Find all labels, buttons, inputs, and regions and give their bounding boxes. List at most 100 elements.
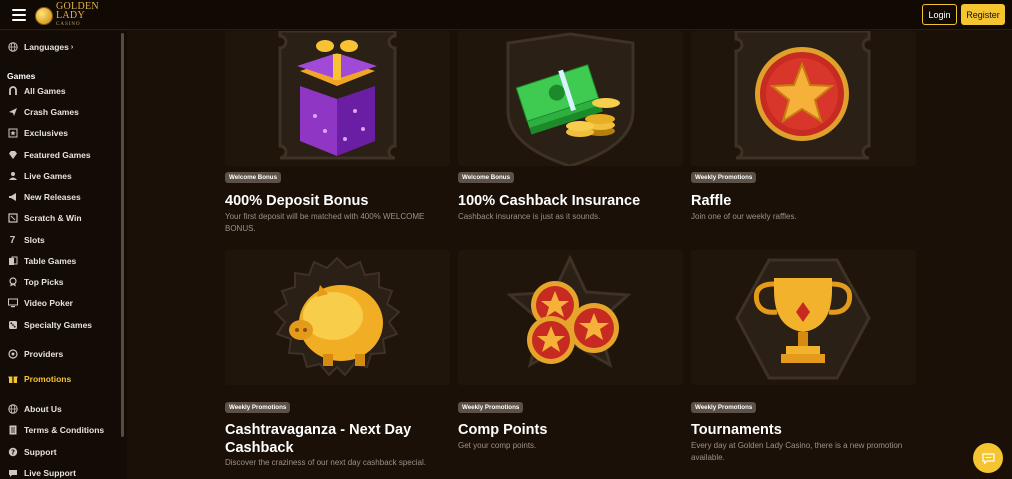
- sidebar-item-label: Live Games: [24, 171, 72, 181]
- sidebar-item-support[interactable]: ? Support: [7, 445, 57, 459]
- sidebar-item-slots[interactable]: 7 Slots: [7, 233, 45, 247]
- sidebar-item-scratch-win[interactable]: Scratch & Win: [7, 211, 82, 225]
- sidebar-item-label: New Releases: [24, 192, 81, 202]
- promo-description: Cashback insurance is just as it sounds.: [458, 212, 601, 221]
- sidebar-item-label: Featured Games: [24, 150, 91, 160]
- promo-image: [458, 31, 683, 168]
- sidebar-item-label: Support: [24, 447, 57, 457]
- promo-description: Join one of our weekly raffles.: [691, 212, 797, 221]
- promo-badge: Welcome Bonus: [458, 172, 515, 183]
- promo-description: Every day at Golden Lady Casino, there i…: [691, 441, 903, 462]
- sidebar-item-label: Slots: [24, 235, 45, 245]
- promo-title[interactable]: Comp Points: [458, 422, 547, 438]
- sidebar-item-label: All Games: [24, 86, 66, 96]
- login-button[interactable]: Login: [922, 4, 957, 25]
- promo-image: [691, 29, 916, 166]
- sidebar-item-all-games[interactable]: All Games: [7, 84, 66, 98]
- promo-description: Your first deposit will be matched with …: [225, 212, 425, 233]
- sidebar-item-table-games[interactable]: Table Games: [7, 254, 76, 268]
- star-card-icon: [7, 128, 18, 139]
- promo-title[interactable]: 400% Deposit Bonus: [225, 193, 368, 209]
- support-icon: ?: [7, 447, 18, 458]
- gift-icon: [7, 374, 18, 385]
- promo-image: [458, 250, 683, 385]
- sidebar-item-live-games[interactable]: Live Games: [7, 169, 72, 183]
- horseshoe-icon: [7, 86, 18, 97]
- promo-card-tournaments[interactable]: Weekly Promotions Tournaments Every day …: [691, 250, 916, 479]
- seven-icon: 7: [9, 234, 16, 246]
- sidebar-item-video-poker[interactable]: Video Poker: [7, 296, 73, 310]
- chat-bubble-icon: [981, 452, 995, 464]
- sidebar-item-providers[interactable]: Providers: [7, 347, 63, 361]
- promo-badge: Welcome Bonus: [225, 172, 282, 183]
- sidebar-item-label: Video Poker: [24, 298, 73, 308]
- sidebar-item-label: Promotions: [24, 374, 72, 384]
- sidebar-item-label: Top Picks: [24, 277, 64, 287]
- sidebar-scrollbar[interactable]: [121, 33, 124, 437]
- promo-badge: Weekly Promotions: [458, 402, 524, 413]
- logo-line2: LADY: [56, 10, 85, 21]
- live-chat-button[interactable]: [973, 443, 1003, 473]
- logo[interactable]: GOLDEN LADY CASINO: [35, 2, 99, 29]
- promo-image: [225, 29, 450, 166]
- sidebar-item-live-support[interactable]: Live Support: [7, 466, 76, 479]
- sidebar-item-exclusives[interactable]: Exclusives: [7, 126, 68, 140]
- medal-icon: [7, 277, 18, 288]
- promo-card-deposit-bonus[interactable]: Welcome Bonus 400% Deposit Bonus Your fi…: [225, 29, 450, 241]
- chevron-right-icon: ›: [70, 43, 74, 51]
- sidebar-item-new-releases[interactable]: New Releases: [7, 190, 81, 204]
- promo-card-raffle[interactable]: Weekly Promotions Raffle Join one of our…: [691, 29, 916, 241]
- sidebar-item-label: Table Games: [24, 256, 77, 266]
- document-icon: [7, 425, 18, 436]
- sidebar-item-label: Crash Games: [24, 107, 79, 117]
- promo-title[interactable]: 100% Cashback Insurance: [458, 193, 640, 209]
- promo-card-comp-points[interactable]: Weekly Promotions Comp Points Get your c…: [458, 250, 683, 479]
- ticket-icon: [7, 213, 18, 224]
- promo-card-cashtravaganza[interactable]: Weekly Promotions Cashtravaganza - Next …: [225, 250, 450, 479]
- sidebar-item-label: Languages: [24, 42, 69, 52]
- cards-icon: [7, 256, 18, 267]
- gem-icon: [7, 150, 18, 161]
- svg-text:?: ?: [10, 449, 14, 457]
- promo-badge: Weekly Promotions: [225, 402, 291, 413]
- promo-badge: Weekly Promotions: [691, 402, 757, 413]
- dice-icon: [7, 320, 18, 331]
- games-header: Games: [7, 71, 36, 81]
- sidebar-item-label: Specialty Games: [24, 320, 93, 330]
- promo-image: [691, 250, 916, 385]
- menu-icon[interactable]: [12, 9, 26, 21]
- chat-icon: [7, 468, 18, 479]
- promo-title-line1[interactable]: Cashtravaganza - Next Day: [225, 422, 411, 438]
- plane-icon: [7, 107, 18, 118]
- globe-icon: [7, 42, 18, 53]
- monitor-icon: [7, 298, 18, 309]
- globe-icon: [7, 404, 18, 415]
- sidebar: Languages › Games All Games Crash Games …: [0, 31, 127, 479]
- promo-title[interactable]: Tournaments: [691, 422, 782, 438]
- sidebar-item-languages[interactable]: Languages ›: [7, 40, 73, 54]
- sidebar-item-about-us[interactable]: About Us: [7, 402, 62, 416]
- promo-badge: Weekly Promotions: [691, 172, 757, 183]
- sidebar-item-label: Terms & Conditions: [24, 425, 105, 435]
- promo-card-cashback-insurance[interactable]: Welcome Bonus 100% Cashback Insurance Ca…: [458, 31, 683, 241]
- sidebar-item-label: About Us: [24, 404, 62, 414]
- top-bar: GOLDEN LADY CASINO Login Register: [0, 0, 1012, 30]
- sidebar-item-label: Live Support: [24, 468, 76, 478]
- sidebar-item-promotions[interactable]: Promotions: [7, 372, 71, 386]
- promo-description: Get your comp points.: [458, 441, 537, 450]
- megaphone-icon: [7, 192, 18, 203]
- dealer-icon: [7, 171, 18, 182]
- promo-title-line2[interactable]: Cashback: [225, 440, 294, 456]
- promo-title[interactable]: Raffle: [691, 193, 731, 209]
- sidebar-item-featured-games[interactable]: Featured Games: [7, 148, 91, 162]
- sidebar-item-label: Providers: [24, 349, 64, 359]
- promo-image: [225, 250, 450, 385]
- sidebar-item-label: Exclusives: [24, 128, 68, 138]
- sidebar-item-specialty-games[interactable]: Specialty Games: [7, 318, 92, 332]
- sidebar-item-crash-games[interactable]: Crash Games: [7, 105, 79, 119]
- sidebar-item-terms[interactable]: Terms & Conditions: [7, 423, 104, 437]
- sidebar-item-label: Scratch & Win: [24, 213, 82, 223]
- logo-coin-icon: [35, 6, 53, 25]
- sidebar-item-top-picks[interactable]: Top Picks: [7, 275, 64, 289]
- register-button[interactable]: Register: [961, 4, 1005, 25]
